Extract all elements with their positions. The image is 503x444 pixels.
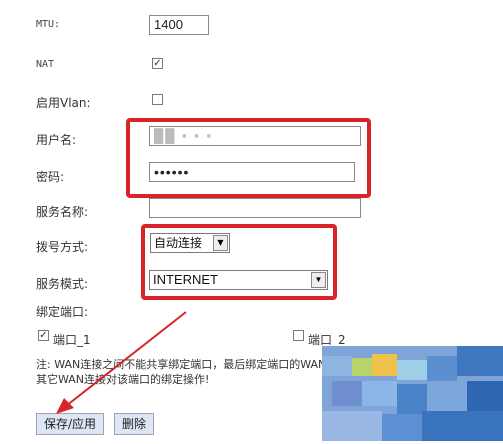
watermark-mosaic bbox=[322, 346, 503, 441]
watermark-mosaic-graphic bbox=[322, 346, 503, 441]
